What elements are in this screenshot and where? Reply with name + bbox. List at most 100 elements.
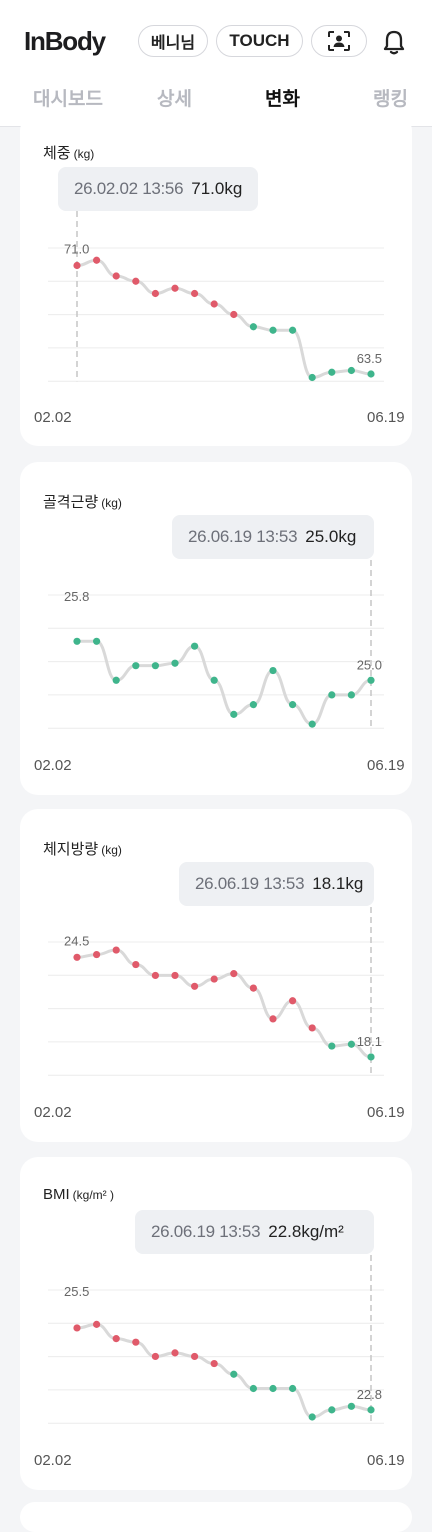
data-point xyxy=(151,1352,159,1361)
series-line xyxy=(75,639,373,726)
data-point xyxy=(230,710,238,718)
data-point xyxy=(132,1338,140,1346)
data-point xyxy=(269,666,277,675)
data-point xyxy=(347,1402,355,1410)
data-point xyxy=(269,326,277,334)
data-point xyxy=(347,1040,355,1048)
data-point xyxy=(132,277,140,285)
data-point xyxy=(308,720,316,728)
skeletal-muscle-chart-card: 골격근량 (kg) 26.06.19 13:53 25.0kg 25.8 25.0 0… xyxy=(20,462,412,795)
first-value-label: 25.8 xyxy=(64,589,89,604)
data-point xyxy=(132,960,140,969)
data-point xyxy=(367,676,375,684)
data-point xyxy=(171,971,179,980)
data-point xyxy=(151,662,159,670)
first-value-label: 24.5 xyxy=(64,933,89,948)
tab-ranking[interactable]: 랭킹 xyxy=(373,84,408,111)
data-point xyxy=(112,946,120,954)
data-point xyxy=(289,701,297,709)
data-point xyxy=(308,1413,316,1421)
data-point xyxy=(112,272,120,280)
data-point xyxy=(230,1370,238,1378)
tab-change[interactable]: 변화 xyxy=(265,84,300,111)
series-line xyxy=(75,1322,373,1419)
x-axis-end-label: 06.19 xyxy=(367,1104,405,1121)
data-point xyxy=(249,701,257,709)
data-point xyxy=(289,326,297,334)
data-point xyxy=(171,659,179,667)
last-value-label: 25.0 xyxy=(357,657,382,672)
last-value-label: 63.5 xyxy=(357,351,382,366)
data-point xyxy=(171,284,179,292)
top-bar: InBody 베니님 TOUCH 대시보드 상세 변화 랭킹 xyxy=(0,0,432,127)
x-axis-start-label: 02.02 xyxy=(34,409,72,426)
weight-chart-card: 체중 (kg) 26.02.02 13:56 71.0kg 71.0 63.5 02.… xyxy=(20,113,412,446)
tab-detail[interactable]: 상세 xyxy=(157,84,192,111)
last-value-label: 18.1 xyxy=(357,1034,382,1049)
data-point xyxy=(93,637,101,645)
data-point xyxy=(289,997,297,1005)
data-point xyxy=(269,1015,277,1023)
data-point xyxy=(73,637,81,645)
x-axis-end-label: 06.19 xyxy=(367,409,405,426)
face-scan-icon xyxy=(328,31,350,51)
data-point xyxy=(328,368,336,376)
data-point xyxy=(367,1053,375,1061)
touch-button[interactable]: TOUCH xyxy=(216,25,303,57)
line-chart[interactable]: 25.8 25.0 xyxy=(20,462,412,795)
data-point xyxy=(151,971,159,980)
data-point xyxy=(210,676,218,684)
next-chart-card xyxy=(20,1502,412,1532)
data-point xyxy=(249,984,257,992)
series-line xyxy=(75,948,373,1059)
data-point xyxy=(367,370,375,378)
data-point xyxy=(367,1406,375,1414)
data-point xyxy=(328,1042,336,1050)
data-point xyxy=(191,289,199,298)
data-point xyxy=(249,1384,257,1393)
data-point xyxy=(230,970,238,978)
data-point xyxy=(73,953,81,961)
data-point xyxy=(289,1384,297,1393)
user-name-button[interactable]: 베니님 xyxy=(138,25,208,57)
data-point xyxy=(132,662,140,670)
data-point xyxy=(93,1320,101,1328)
first-value-label: 71.0 xyxy=(64,242,89,257)
data-point xyxy=(308,1024,316,1032)
line-chart[interactable]: 24.5 18.1 xyxy=(20,809,412,1142)
tab-dashboard[interactable]: 대시보드 xyxy=(33,84,103,111)
face-scan-button[interactable] xyxy=(311,25,367,57)
data-point xyxy=(210,975,218,983)
series-line xyxy=(75,258,373,380)
x-axis-start-label: 02.02 xyxy=(34,757,72,774)
x-axis-end-label: 06.19 xyxy=(367,757,405,774)
x-axis-end-label: 06.19 xyxy=(367,1452,405,1469)
data-point xyxy=(269,1384,277,1393)
data-point xyxy=(308,373,316,382)
data-point xyxy=(112,1335,120,1343)
data-point xyxy=(112,676,120,684)
bmi-chart-card: BMI (kg/m² ) 26.06.19 13:53 22.8kg/m² 25.5… xyxy=(20,1157,412,1490)
line-chart[interactable]: 71.0 63.5 xyxy=(20,113,412,446)
data-point xyxy=(347,691,355,699)
data-point xyxy=(73,1324,81,1332)
data-point xyxy=(171,1349,179,1357)
data-point xyxy=(210,1359,218,1368)
data-point xyxy=(93,950,101,959)
data-point xyxy=(249,323,257,331)
x-axis-start-label: 02.02 xyxy=(34,1452,72,1469)
last-value-label: 22.8 xyxy=(357,1387,382,1402)
data-point xyxy=(191,1352,199,1361)
data-point xyxy=(93,256,101,264)
data-point xyxy=(191,982,199,990)
inbody-logo[interactable]: InBody xyxy=(24,26,106,57)
data-point xyxy=(347,366,355,375)
data-point xyxy=(210,300,218,308)
data-point xyxy=(73,261,81,270)
data-point xyxy=(191,642,199,650)
bell-icon[interactable] xyxy=(380,28,408,56)
line-chart[interactable]: 25.5 22.8 xyxy=(20,1157,412,1490)
data-point xyxy=(328,691,336,699)
x-axis-start-label: 02.02 xyxy=(34,1104,72,1121)
data-point xyxy=(230,310,238,319)
